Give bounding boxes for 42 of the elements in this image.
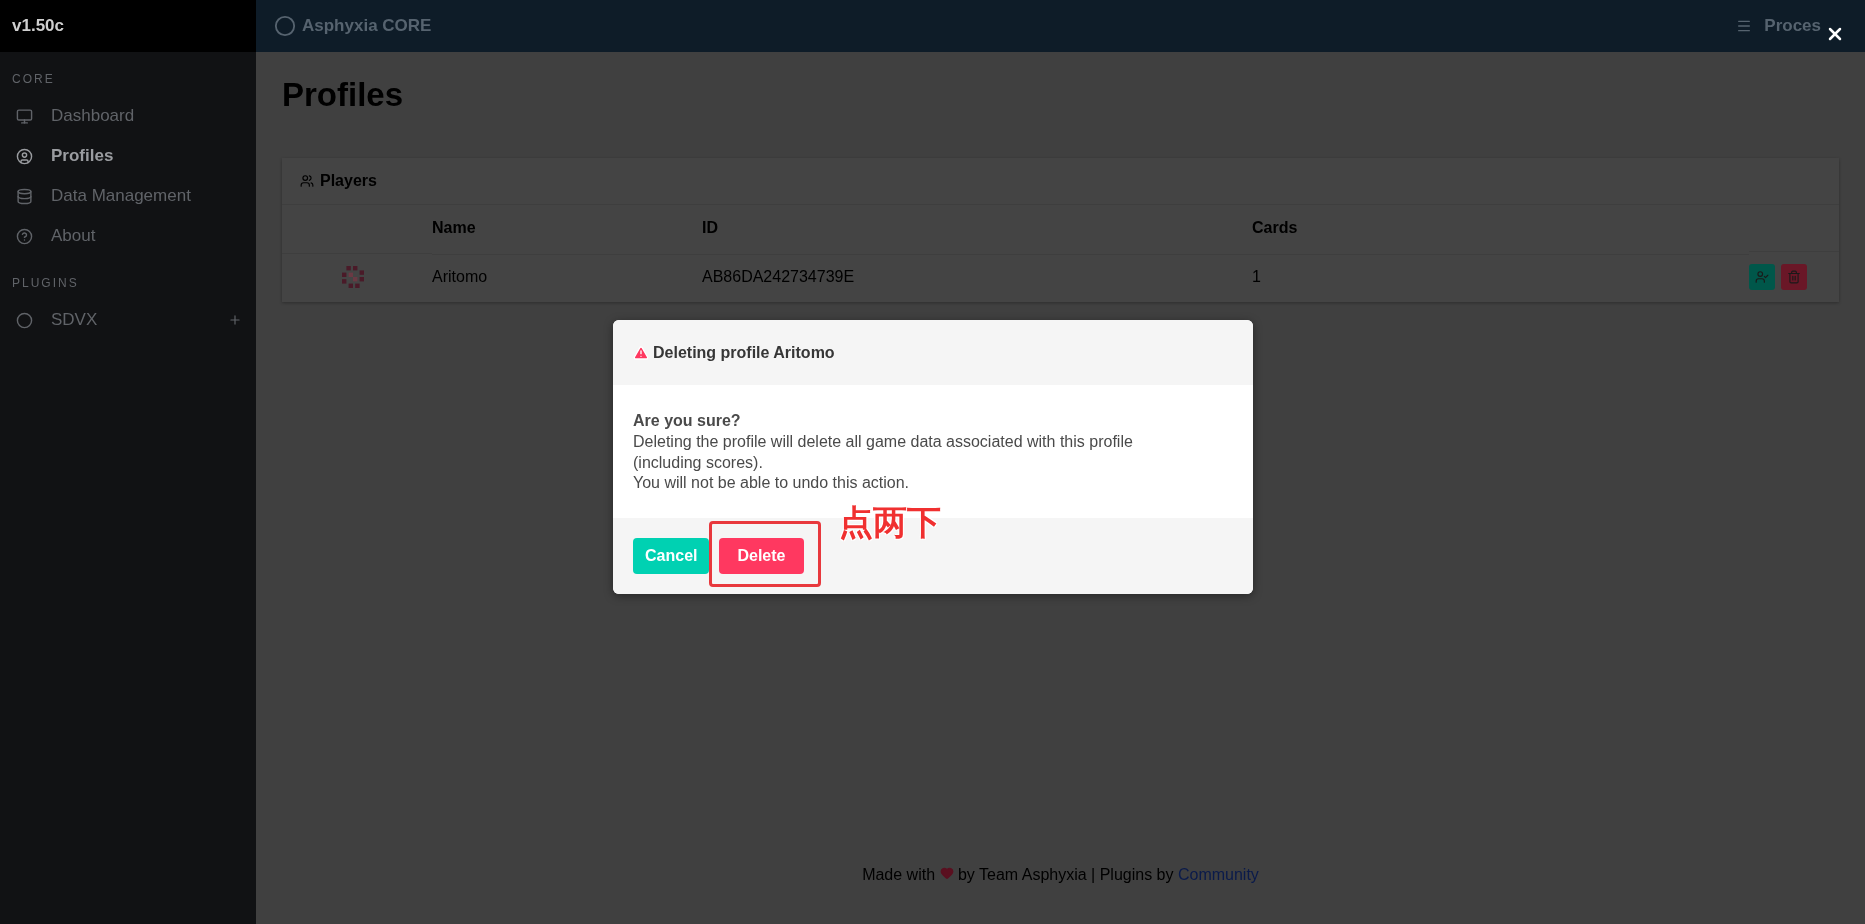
modal-title: Deleting profile Aritomo bbox=[653, 343, 835, 362]
user-check-icon bbox=[1755, 270, 1769, 284]
avatar-icon bbox=[342, 266, 364, 288]
user-icon bbox=[16, 147, 33, 165]
process-menu[interactable]: Proces bbox=[1764, 16, 1821, 36]
heart-icon bbox=[939, 866, 954, 880]
sidebar-item[interactable]: Profiles bbox=[0, 136, 256, 176]
cancel-button[interactable]: Cancel bbox=[633, 538, 710, 575]
warning-icon bbox=[633, 344, 649, 361]
modal-question: Are you sure? bbox=[633, 411, 742, 431]
plus-icon bbox=[228, 313, 242, 327]
sidebar-item[interactable]: About bbox=[0, 216, 256, 256]
delete-button[interactable]: Delete bbox=[719, 538, 804, 575]
version-label: v1.50c bbox=[0, 0, 256, 52]
table-cell: 1 bbox=[1252, 268, 1261, 286]
modal-text: Deleting the profile will delete all game data associated with this profile bbox=[633, 431, 1134, 452]
monitor-icon bbox=[16, 107, 33, 125]
delete-button[interactable] bbox=[1781, 264, 1807, 290]
section-label: CORE bbox=[11, 71, 56, 88]
column-header: Cards bbox=[1252, 218, 1299, 238]
sidebar-item[interactable]: Dashboard bbox=[0, 96, 256, 136]
column-header: ID bbox=[702, 218, 719, 238]
table-cell: Aritomo bbox=[432, 268, 488, 286]
section-label: PLUGINS bbox=[11, 275, 80, 292]
sidebar-item[interactable]: SDVX bbox=[0, 300, 256, 340]
card-title: Players bbox=[320, 172, 377, 190]
modal-text: (including scores). bbox=[633, 452, 764, 473]
database-icon bbox=[16, 187, 33, 205]
annotation-text: 点两下 bbox=[839, 502, 941, 543]
users-icon bbox=[300, 174, 314, 188]
edit-user-button[interactable] bbox=[1749, 264, 1775, 290]
trash-icon bbox=[1787, 270, 1801, 284]
page-title: Profiles bbox=[282, 76, 405, 114]
help-icon bbox=[16, 227, 33, 245]
coin-icon bbox=[16, 311, 33, 329]
brand-name: Asphyxia CORE bbox=[302, 16, 432, 36]
logo-icon bbox=[274, 15, 296, 37]
column-header: Name bbox=[432, 218, 477, 238]
menu-icon bbox=[1736, 18, 1753, 34]
sidebar-item[interactable]: Data Management bbox=[0, 176, 256, 216]
table-cell: AB86DA242734739E bbox=[702, 268, 855, 286]
modal-text: You will not be able to undo this action. bbox=[633, 473, 911, 494]
